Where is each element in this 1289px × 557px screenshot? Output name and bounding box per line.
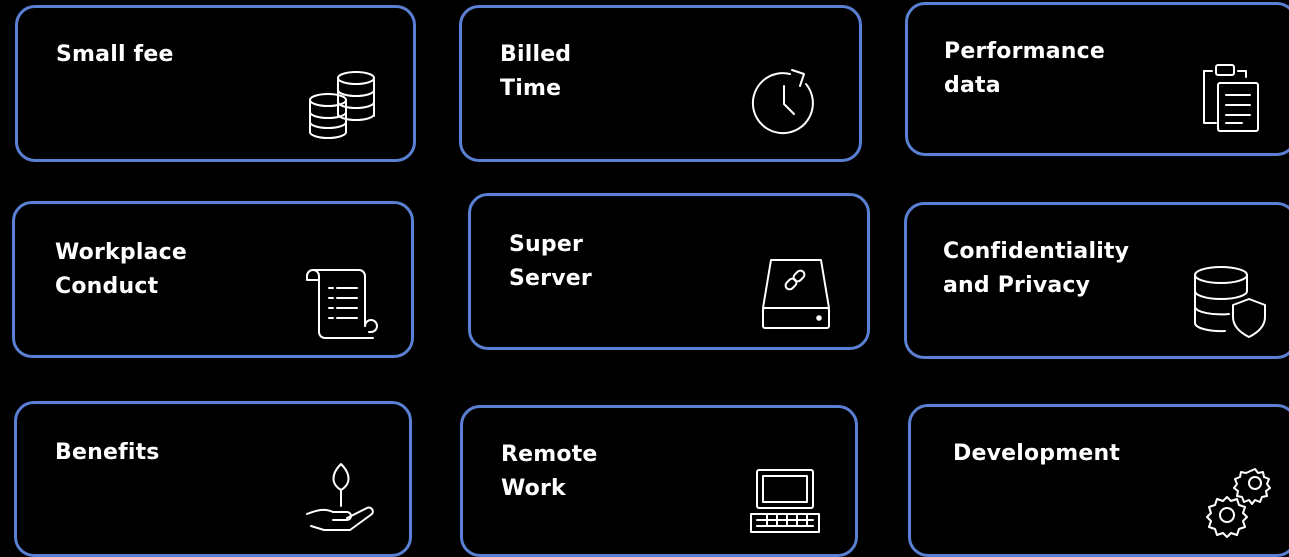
card-workplace-conduct[interactable]: Workplace Conduct: [12, 201, 414, 358]
gears-icon: [1199, 459, 1279, 539]
card-benefits[interactable]: Benefits: [14, 401, 412, 557]
card-label: Benefits: [55, 440, 160, 465]
card-label: Workplace Conduct: [55, 240, 187, 299]
card-label: Performance data: [944, 39, 1106, 98]
card-super-server[interactable]: Super Server: [468, 193, 870, 350]
card-label: Billed Time: [500, 42, 572, 101]
card-confidentiality-privacy[interactable]: Confidentiality and Privacy: [904, 202, 1289, 359]
laptop-icon: [747, 466, 823, 538]
clipboard-copy-icon: [1198, 61, 1266, 137]
card-development[interactable]: Development: [908, 404, 1289, 557]
hand-plant-icon: [303, 458, 379, 536]
coins-stack-icon: [306, 66, 382, 142]
card-label: Small fee: [56, 42, 174, 67]
card-performance-data[interactable]: Performance data: [905, 2, 1289, 156]
card-label: Super Server: [509, 232, 592, 291]
card-label: Development: [953, 441, 1121, 466]
card-small-fee[interactable]: Small fee: [15, 5, 416, 162]
card-remote-work[interactable]: Remote Work: [460, 405, 858, 557]
card-label: Remote Work: [501, 442, 598, 501]
card-billed-time[interactable]: Billed Time: [459, 5, 862, 162]
database-shield-icon: [1191, 263, 1271, 339]
linked-drive-icon: [759, 256, 833, 332]
clock-refresh-icon: [748, 66, 820, 138]
card-label: Confidentiality and Privacy: [943, 239, 1130, 298]
scroll-document-icon: [303, 264, 379, 340]
